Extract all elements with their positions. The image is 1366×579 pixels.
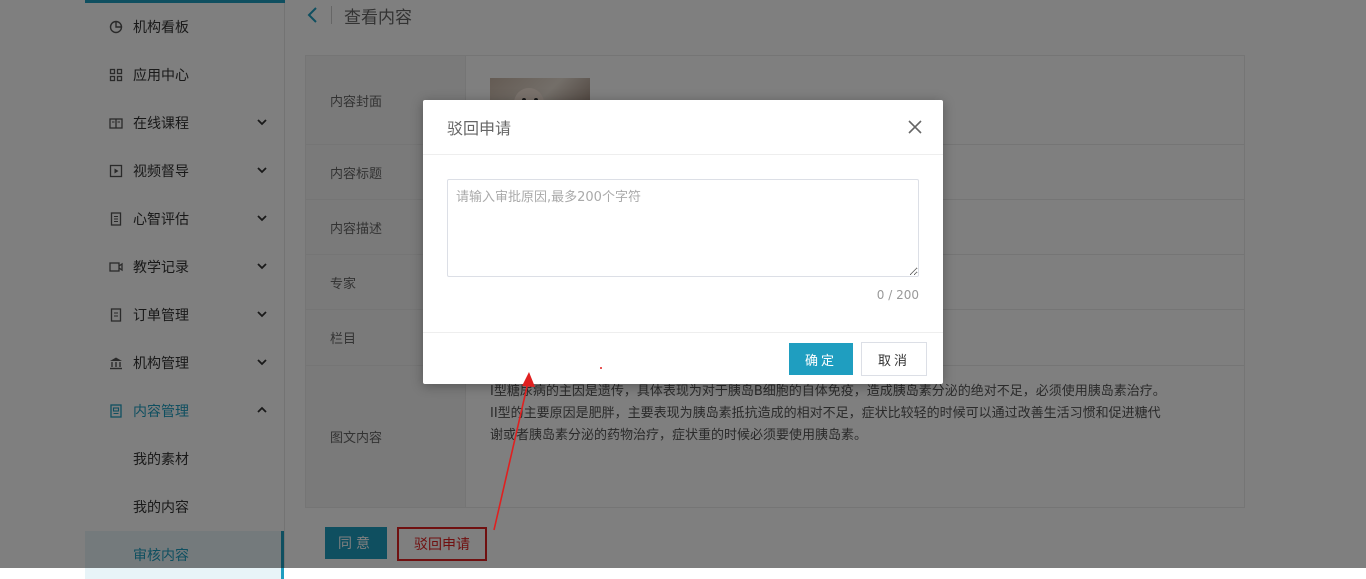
reject-dialog: 驳回申请 0 / 200 确定 取消 [423, 100, 943, 384]
confirm-button[interactable]: 确定 [789, 343, 853, 375]
dialog-title: 驳回申请 [447, 119, 512, 138]
dialog-header: 驳回申请 [423, 100, 943, 155]
dialog-body: 0 / 200 [423, 155, 943, 333]
cancel-button[interactable]: 取消 [861, 342, 927, 376]
reason-textarea[interactable] [447, 179, 919, 277]
dialog-footer: 确定 取消 [423, 333, 943, 385]
char-counter: 0 / 200 [876, 288, 919, 302]
close-icon[interactable] [907, 119, 923, 135]
